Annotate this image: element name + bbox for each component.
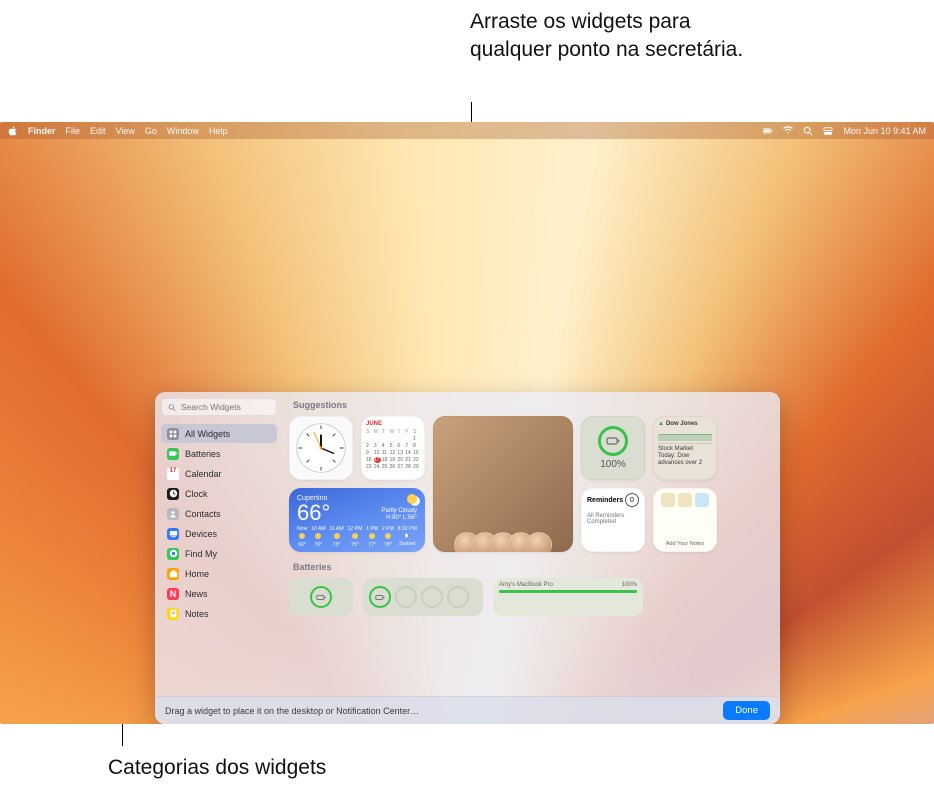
sidebar-category-clock[interactable]: Clock bbox=[161, 484, 277, 503]
widget-stocks[interactable]: ▲Dow Jones Stock Market Today: Dow advan… bbox=[653, 416, 717, 480]
reminders-count: 0 bbox=[625, 493, 639, 507]
weather-hour: 10 AM70° bbox=[311, 526, 326, 548]
widget-gallery-window: All Widgets Batteries 17 Calendar Clock Conta… bbox=[155, 392, 780, 724]
device-pct: 100% bbox=[622, 582, 637, 588]
sidebar-category-find-my[interactable]: Find My bbox=[161, 544, 277, 563]
sidebar-category-all-widgets[interactable]: All Widgets bbox=[161, 424, 277, 443]
weather-hour: 2 PM78° bbox=[382, 526, 394, 548]
weather-condition: Partly Cloudy H:80° L:56° bbox=[381, 494, 417, 523]
sidebar-category-calendar[interactable]: 17 Calendar bbox=[161, 464, 277, 483]
weather-hour: Now66° bbox=[297, 526, 307, 548]
home-icon bbox=[167, 568, 179, 580]
sparkline-icon bbox=[658, 429, 712, 441]
stocks-up-icon: ▲ bbox=[658, 421, 664, 427]
clock-face-icon bbox=[294, 421, 348, 475]
widget-weather[interactable]: Cupertino 66° Partly Cloudy H:80° L:56° … bbox=[289, 488, 425, 552]
search-input[interactable] bbox=[181, 402, 270, 412]
weather-hour: 1 PM77° bbox=[366, 526, 378, 548]
sidebar-category-label: Calendar bbox=[185, 469, 222, 479]
sidebar-category-label: Home bbox=[185, 569, 209, 579]
sidebar-category-contacts[interactable]: Contacts bbox=[161, 504, 277, 523]
callout-categories: Categorias dos widgets bbox=[108, 754, 326, 782]
widget-clock[interactable] bbox=[289, 416, 353, 480]
widget-reminders[interactable]: Reminders0 All Reminders Completed bbox=[581, 488, 645, 552]
sidebar-category-label: Devices bbox=[185, 529, 217, 539]
widget-gallery-content: Suggestions bbox=[283, 392, 780, 696]
reminders-body: All Reminders Completed bbox=[587, 513, 639, 525]
desktop-screenshot: Finder File Edit View Go Window Help Mon… bbox=[0, 122, 934, 724]
grid-icon bbox=[167, 428, 179, 440]
widget-calendar[interactable]: June SMTWTFS1234567891011121314151617181… bbox=[361, 416, 425, 480]
sidebar-category-label: Contacts bbox=[185, 509, 221, 519]
footer-hint: Drag a widget to place it on the desktop… bbox=[165, 706, 419, 716]
search-widgets-field[interactable] bbox=[161, 398, 277, 416]
menubar: Finder File Edit View Go Window Help Mon… bbox=[0, 122, 934, 139]
weather-hour: 11 AM73° bbox=[329, 526, 343, 548]
sidebar-category-home[interactable]: Home bbox=[161, 564, 277, 583]
battery-icon bbox=[167, 448, 179, 460]
calendar-icon: 17 bbox=[167, 468, 179, 480]
menubar-item[interactable]: View bbox=[116, 126, 135, 136]
sidebar-category-devices[interactable]: Devices bbox=[161, 524, 277, 543]
device-name: Amy's MacBook Pro bbox=[499, 582, 553, 588]
widget-gallery-footer: Drag a widget to place it on the desktop… bbox=[155, 696, 780, 724]
reminders-title: Reminders bbox=[587, 497, 623, 504]
done-button[interactable]: Done bbox=[723, 701, 770, 720]
spotlight-icon[interactable] bbox=[803, 126, 813, 136]
section-suggestions-title: Suggestions bbox=[293, 400, 770, 410]
section-batteries-title: Batteries bbox=[293, 562, 770, 572]
notes-label: Add Your Notes bbox=[666, 541, 704, 547]
menubar-item[interactable]: Go bbox=[145, 126, 157, 136]
partly-cloudy-icon bbox=[407, 494, 417, 504]
menubar-app[interactable]: Finder bbox=[28, 126, 56, 136]
clock-icon bbox=[167, 488, 179, 500]
weather-hour: 8:32 PMSunset bbox=[398, 526, 417, 548]
stocks-headline: Stock Market Today: Dow advances over 2 bbox=[658, 443, 712, 467]
widget-notes[interactable]: Add Your Notes bbox=[653, 488, 717, 552]
sidebar-category-label: Notes bbox=[185, 609, 209, 619]
stocks-symbol: Dow Jones bbox=[666, 421, 698, 427]
sidebar-category-label: News bbox=[185, 589, 208, 599]
widget-photos[interactable] bbox=[433, 416, 573, 552]
contacts-icon bbox=[167, 508, 179, 520]
menubar-item[interactable]: Edit bbox=[90, 126, 106, 136]
search-icon bbox=[168, 403, 176, 412]
widget-gallery-sidebar: All Widgets Batteries 17 Calendar Clock Conta… bbox=[155, 392, 283, 696]
weather-hour: 12 PM75° bbox=[347, 526, 362, 548]
battery-bar bbox=[499, 590, 637, 593]
wifi-status-icon[interactable] bbox=[783, 126, 793, 136]
sidebar-category-label: Batteries bbox=[185, 449, 221, 459]
widget-battery-small[interactable] bbox=[289, 578, 353, 616]
battery-percent: 100% bbox=[600, 459, 626, 470]
menubar-item[interactable]: File bbox=[66, 126, 81, 136]
sidebar-category-batteries[interactable]: Batteries bbox=[161, 444, 277, 463]
sidebar-category-notes[interactable]: Notes bbox=[161, 604, 277, 623]
sidebar-category-news[interactable]: N News bbox=[161, 584, 277, 603]
battery-status-icon[interactable] bbox=[763, 126, 773, 136]
sidebar-category-label: Clock bbox=[185, 489, 208, 499]
widget-battery-wide[interactable]: Amy's MacBook Pro 100% bbox=[493, 578, 643, 616]
notes-thumbnails bbox=[661, 493, 709, 507]
menubar-item[interactable]: Window bbox=[167, 126, 199, 136]
menubar-datetime[interactable]: Mon Jun 10 9:41 AM bbox=[843, 126, 926, 136]
battery-ring-icon bbox=[598, 426, 628, 456]
menubar-item[interactable]: Help bbox=[209, 126, 228, 136]
sidebar-category-label: Find My bbox=[185, 549, 217, 559]
photos-preview bbox=[454, 532, 552, 552]
sidebar-category-label: All Widgets bbox=[185, 429, 230, 439]
news-icon: N bbox=[167, 588, 179, 600]
calendar-month: June bbox=[366, 421, 420, 427]
devices-icon bbox=[167, 528, 179, 540]
notes-icon bbox=[167, 608, 179, 620]
widget-battery[interactable]: 100% bbox=[581, 416, 645, 480]
widget-battery-multi[interactable] bbox=[363, 578, 483, 616]
callout-drag: Arraste os widgets para qualquer ponto n… bbox=[470, 8, 770, 65]
control-center-icon[interactable] bbox=[823, 126, 833, 136]
apple-menu-icon[interactable] bbox=[8, 126, 18, 136]
findmy-icon bbox=[167, 548, 179, 560]
